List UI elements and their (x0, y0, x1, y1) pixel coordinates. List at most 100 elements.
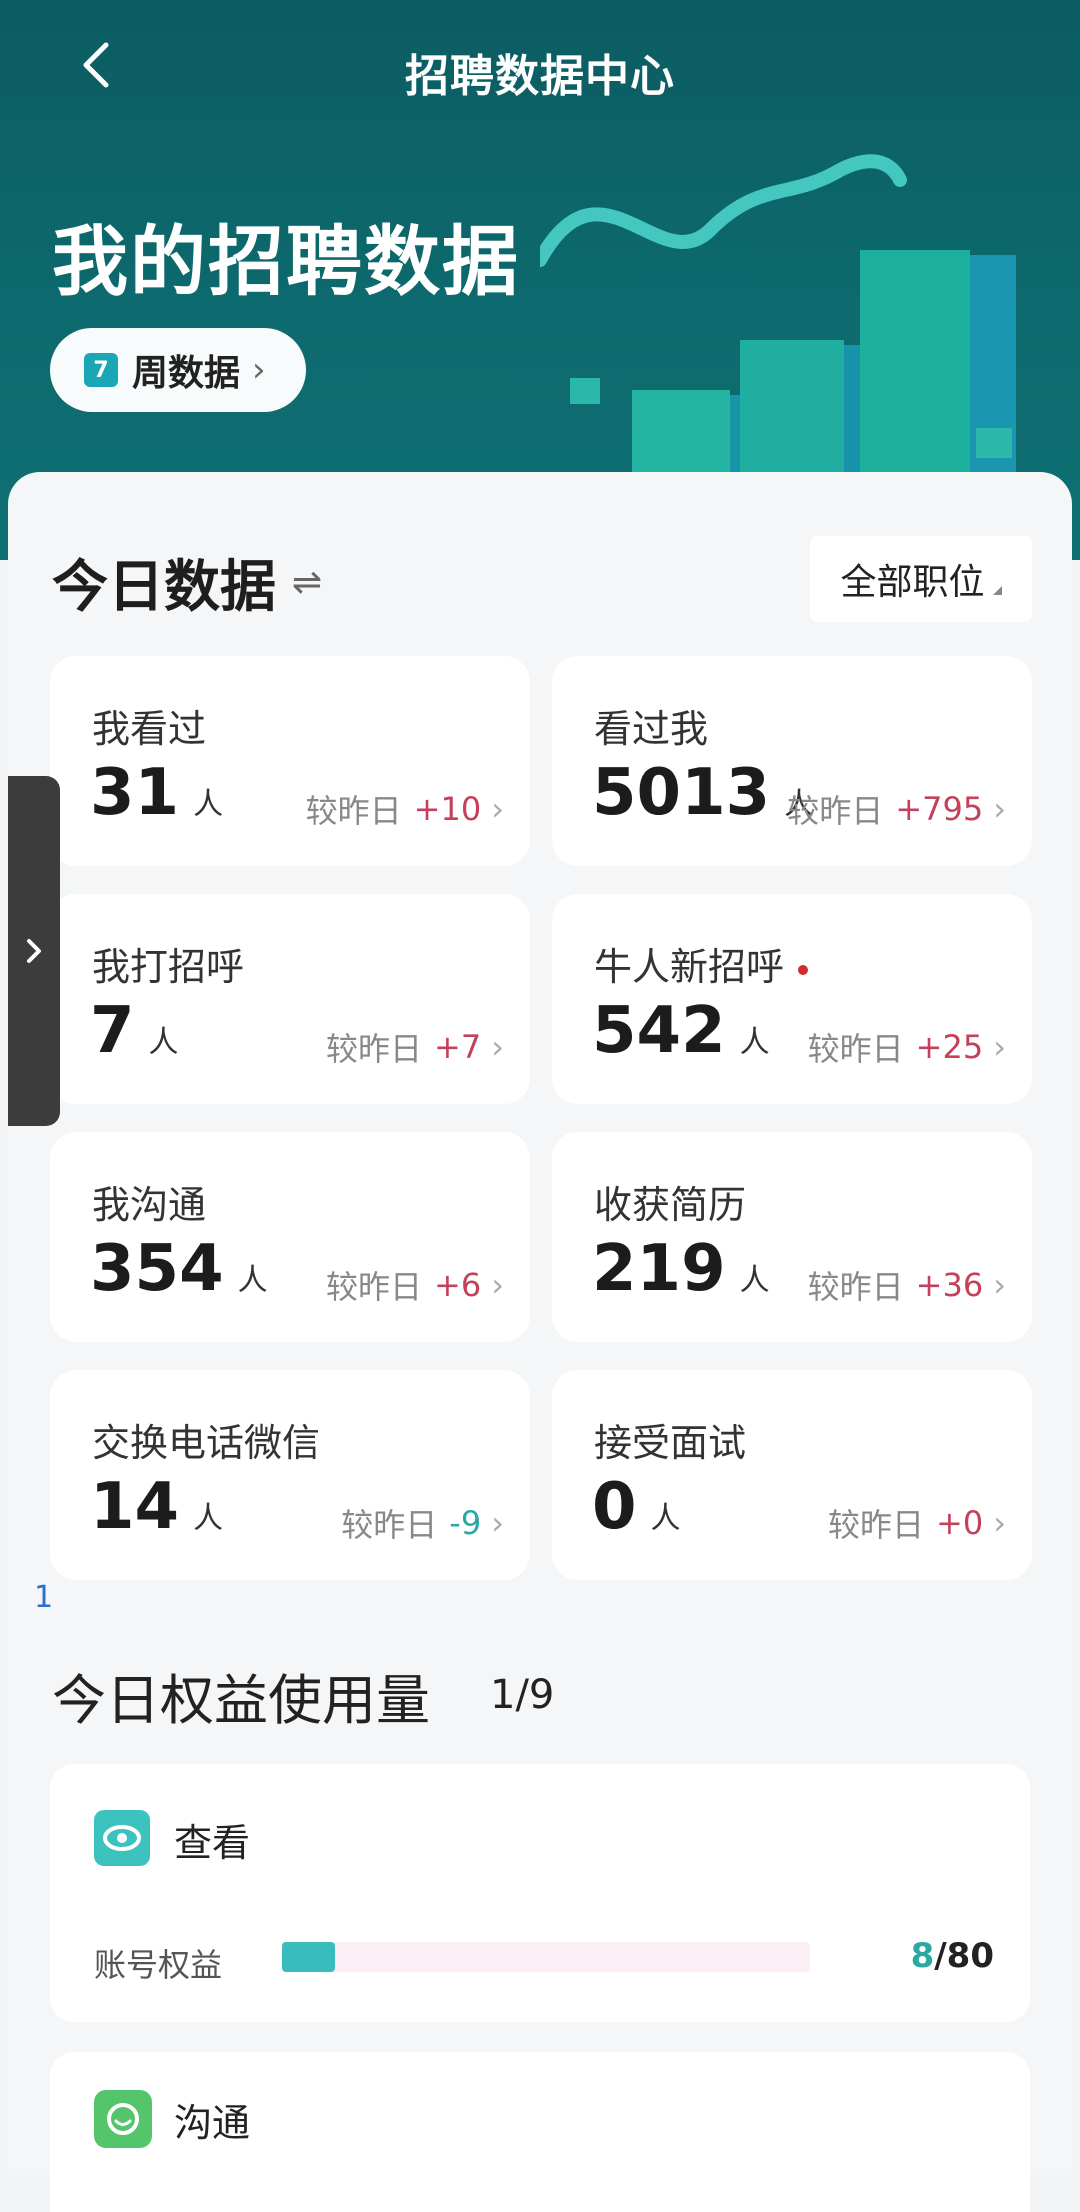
stat-label: 看过我 (594, 707, 709, 751)
usage-card-communicate[interactable]: 沟通 (50, 2052, 1030, 2212)
main-content: 今日数据 ⇌ 全部职位 我看过 31 人 较昨日 +10 › 看过我 5013 人 较昨… (8, 472, 1072, 2212)
section-title: 今日数据 (52, 555, 276, 620)
chat-icon (94, 2090, 152, 2148)
usage-count: 8/80 (911, 1936, 994, 1976)
chart-illustration (540, 154, 1016, 480)
usage-progress-fill (282, 1942, 335, 1972)
stat-delta: +10 (413, 790, 482, 828)
compare-label: 较昨日 (807, 1268, 904, 1306)
chevron-right-icon: › (993, 1504, 1006, 1542)
stat-compare: 较昨日 +6 › (326, 1262, 504, 1308)
compare-label: 较昨日 (341, 1506, 438, 1544)
compare-label: 较昨日 (305, 792, 402, 830)
stat-delta: -9 (449, 1504, 482, 1542)
new-indicator-dot (798, 964, 809, 975)
stat-delta: +36 (915, 1266, 984, 1304)
page-title: 招聘数据中心 (405, 51, 675, 102)
position-filter-label: 全部职位 (840, 562, 985, 603)
chevron-right-icon: › (993, 1266, 1006, 1304)
stat-unit: 人 (193, 787, 224, 822)
position-filter-dropdown[interactable]: 全部职位 (810, 536, 1032, 622)
usage-progress-bar (282, 1942, 810, 1972)
stat-label: 收获简历 (594, 1183, 747, 1227)
stat-card-new-greetings[interactable]: 牛人新招呼 542 人 较昨日 +25 › (552, 894, 1032, 1104)
stat-value-wrap: 31 人 (90, 756, 223, 830)
stat-compare: 较昨日 +7 › (326, 1024, 504, 1070)
stat-value: 31 (90, 756, 180, 830)
chevron-right-icon: › (993, 790, 1006, 828)
compare-label: 较昨日 (787, 792, 884, 830)
calendar-icon: 7 (84, 353, 118, 387)
stat-compare: 较昨日 +0 › (828, 1500, 1006, 1546)
stat-value: 7 (90, 994, 135, 1068)
dropdown-corner-icon (992, 585, 1002, 595)
stat-label: 我打招呼 (92, 945, 245, 989)
stat-unit: 人 (650, 1501, 681, 1536)
stat-unit: 人 (148, 1025, 179, 1060)
stat-label: 交换电话微信 (92, 1421, 321, 1465)
stat-label: 牛人新招呼 (594, 945, 785, 989)
stat-compare: 较昨日 +10 › (306, 786, 504, 832)
stat-value-wrap: 7人 (90, 994, 179, 1068)
stat-label: 我看过 (92, 707, 207, 751)
stat-card-my-chats[interactable]: 我沟通 354 人 较昨日 +6 › (50, 1132, 530, 1342)
usage-name: 查看 (174, 1821, 251, 1865)
stat-card-viewed-by-me[interactable]: 我看过 31 人 较昨日 +10 › (50, 656, 530, 866)
period-label: 周数据 (132, 353, 241, 394)
chevron-right-icon: › (491, 1266, 504, 1304)
stat-value: 14 (90, 1470, 180, 1544)
stat-label-wrap: 牛人新招呼 (594, 936, 809, 991)
hero-title: 我的招聘数据 (52, 217, 520, 306)
rights-section-title: 今日权益使用量 (52, 1669, 430, 1732)
compare-label: 较昨日 (326, 1268, 423, 1306)
usage-card-view[interactable]: 查看 账号权益 8/80 (50, 1764, 1030, 2022)
stat-delta: +795 (895, 790, 984, 828)
stat-value-wrap: 354 人 (90, 1232, 268, 1306)
stat-unit: 人 (237, 1263, 268, 1298)
stat-delta: +6 (434, 1266, 482, 1304)
stat-unit: 人 (739, 1263, 770, 1298)
page-indicator: 1/9 (490, 1672, 555, 1718)
usage-row-label: 账号权益 (94, 1946, 223, 1984)
stat-card-viewed-me[interactable]: 看过我 5013 人 较昨日 +795 › (552, 656, 1032, 866)
stat-compare: 较昨日 +795 › (787, 786, 1006, 832)
stat-card-interviews[interactable]: 接受面试 0人 较昨日 +0 › (552, 1370, 1032, 1580)
chevron-right-icon (27, 939, 41, 963)
stat-card-resumes[interactable]: 收获简历 219 人 较昨日 +36 › (552, 1132, 1032, 1342)
stat-delta: +25 (915, 1028, 984, 1066)
stat-card-my-greetings[interactable]: 我打招呼 7人 较昨日 +7 › (50, 894, 530, 1104)
stat-value: 542 (592, 994, 726, 1068)
today-section-header: 今日数据 ⇌ (52, 542, 322, 623)
stat-compare: 较昨日 -9 › (341, 1500, 504, 1546)
stat-compare: 较昨日 +25 › (808, 1024, 1006, 1070)
stat-unit: 人 (739, 1025, 770, 1060)
usage-total: /80 (934, 1936, 994, 1976)
stat-value-wrap: 542 人 (592, 994, 770, 1068)
stat-value: 354 (90, 1232, 224, 1306)
stat-delta: +7 (434, 1028, 482, 1066)
stat-label: 我沟通 (92, 1183, 207, 1227)
stat-value: 219 (592, 1232, 726, 1306)
chevron-right-icon: › (252, 350, 266, 390)
compare-label: 较昨日 (807, 1030, 904, 1068)
swap-icon[interactable]: ⇌ (292, 562, 322, 603)
stat-unit: 人 (193, 1501, 224, 1536)
stat-value: 5013 (592, 756, 771, 830)
compare-label: 较昨日 (828, 1506, 925, 1544)
stat-label: 接受面试 (594, 1421, 747, 1465)
chevron-right-icon: › (491, 1028, 504, 1066)
usage-used: 8 (910, 1936, 935, 1976)
stat-value: 0 (592, 1470, 637, 1544)
period-selector[interactable]: 7 周数据 › (50, 328, 306, 412)
usage-name: 沟通 (174, 2101, 251, 2145)
stat-delta: +0 (936, 1504, 984, 1542)
compare-label: 较昨日 (326, 1030, 423, 1068)
side-drawer-handle[interactable] (8, 776, 60, 1126)
stat-value-wrap: 5013 人 (592, 756, 814, 830)
eye-icon (94, 1810, 150, 1866)
chevron-right-icon: › (491, 1504, 504, 1542)
stat-compare: 较昨日 +36 › (808, 1262, 1006, 1308)
chevron-right-icon: › (491, 790, 504, 828)
stat-card-exchange-contact[interactable]: 交换电话微信 14 人 较昨日 -9 › (50, 1370, 530, 1580)
stat-value-wrap: 0人 (592, 1470, 681, 1544)
